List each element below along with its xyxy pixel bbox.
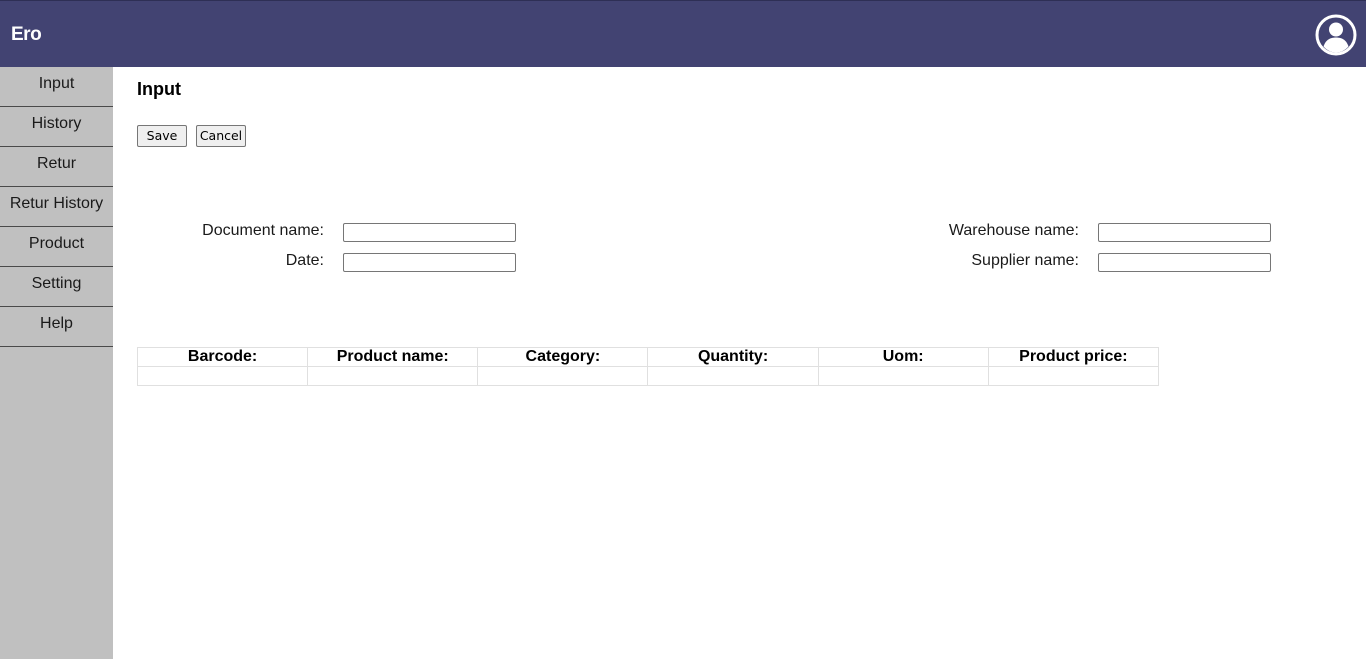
sidebar-item-product[interactable]: Product [0, 227, 113, 267]
cancel-button[interactable]: Cancel [196, 125, 246, 147]
sidebar-item-retur-history[interactable]: Retur History [0, 187, 113, 227]
table-cell[interactable] [647, 366, 819, 386]
table-cell[interactable] [477, 366, 649, 386]
user-circle-icon[interactable] [1314, 13, 1358, 57]
column-header-uom: Uom: [817, 347, 989, 367]
supplier-name-label: Supplier name: [971, 252, 1079, 269]
table-row [136, 366, 1160, 386]
sidebar-item-input[interactable]: Input [0, 67, 113, 107]
product-table: Barcode: Product name: Category: Quantit… [136, 347, 1160, 386]
column-header-quantity: Quantity: [647, 347, 819, 367]
document-name-label: Document name: [202, 222, 324, 239]
sidebar-item-help[interactable]: Help [0, 307, 113, 347]
sidebar-item-retur[interactable]: Retur [0, 147, 113, 187]
page-title: Input [137, 79, 181, 99]
top-bar: Ero [0, 0, 1366, 67]
sidebar-item-setting[interactable]: Setting [0, 267, 113, 307]
table-header-row: Barcode: Product name: Category: Quantit… [136, 347, 1160, 367]
sidebar: Input History Retur Retur History Produc… [0, 67, 113, 659]
date-input[interactable] [343, 253, 516, 272]
table-cell[interactable] [307, 366, 479, 386]
sidebar-item-history[interactable]: History [0, 107, 113, 147]
warehouse-name-input[interactable] [1098, 223, 1271, 242]
brand-logo: Ero [11, 24, 42, 45]
column-header-category: Category: [477, 347, 649, 367]
column-header-barcode: Barcode: [136, 347, 309, 367]
table-cell[interactable] [987, 366, 1160, 386]
document-name-input[interactable] [343, 223, 516, 242]
warehouse-name-label: Warehouse name: [948, 222, 1079, 239]
column-header-product-price: Product price: [987, 347, 1160, 367]
table-cell[interactable] [136, 366, 309, 386]
save-button[interactable]: Save [137, 125, 187, 147]
column-header-product-name: Product name: [307, 347, 479, 367]
table-cell[interactable] [817, 366, 989, 386]
date-label: Date: [285, 252, 324, 269]
supplier-name-input[interactable] [1098, 253, 1271, 272]
